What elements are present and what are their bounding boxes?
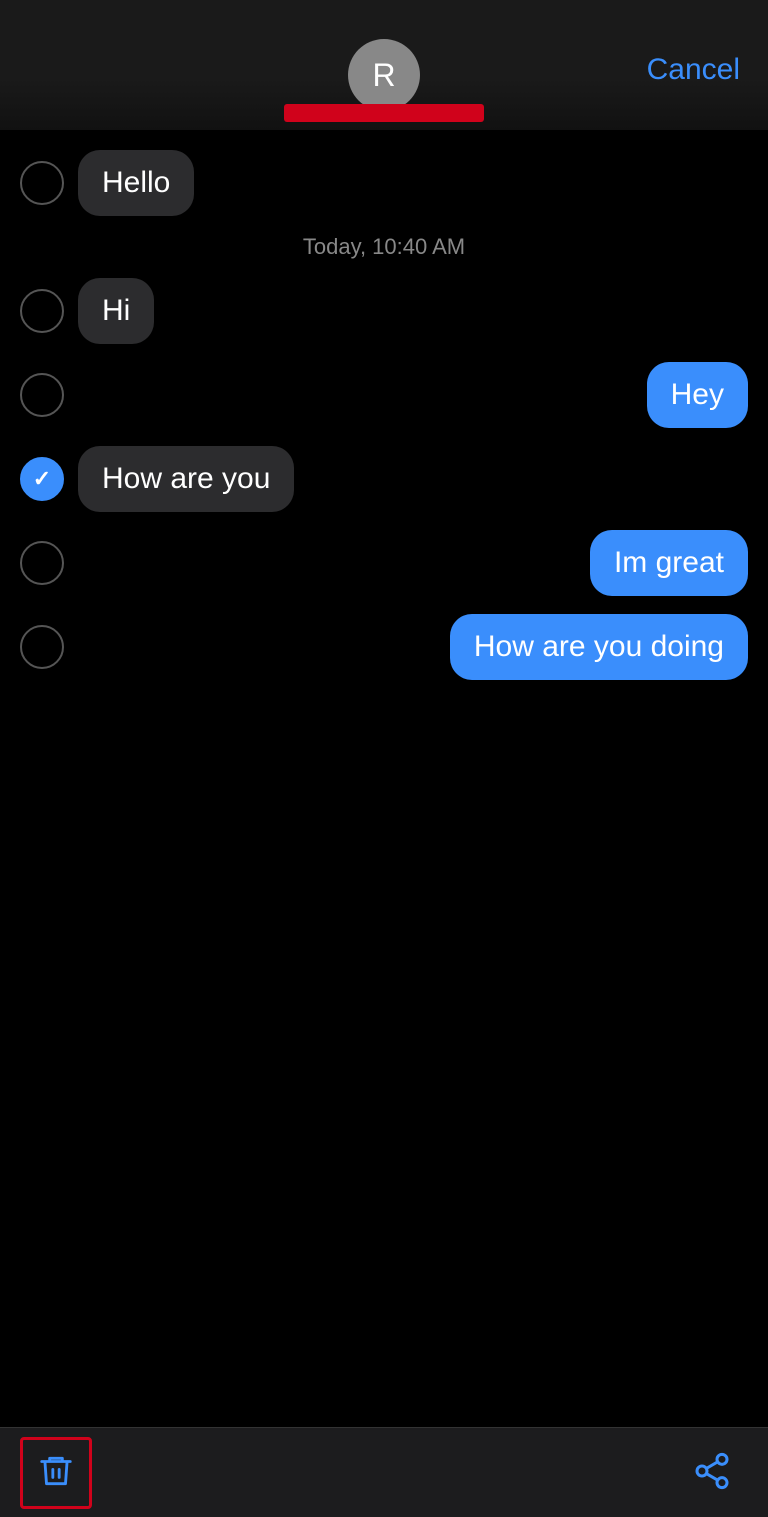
message-row: How are you doing: [0, 614, 768, 680]
message-row: Hey: [0, 362, 768, 428]
message-bubble-msg3: Hey: [647, 362, 748, 428]
message-bubble-msg4: How are you: [78, 446, 294, 512]
share-icon: [692, 1451, 732, 1494]
trash-icon: [37, 1452, 75, 1493]
message-bubble-msg2: Hi: [78, 278, 154, 344]
message-bubble-msg5: Im great: [590, 530, 748, 596]
message-row: ✓ How are you: [0, 446, 768, 512]
message-row: Hi: [0, 278, 768, 344]
select-circle-msg3[interactable]: [20, 373, 64, 417]
timestamp: Today, 10:40 AM: [0, 234, 768, 260]
message-row: Hello: [0, 150, 768, 216]
message-text-msg5: Im great: [614, 546, 724, 579]
select-circle-msg5[interactable]: [20, 541, 64, 585]
message-bubble-msg6: How are you doing: [450, 614, 748, 680]
header: R Cancel: [0, 0, 768, 130]
message-text-msg4: How are you: [102, 462, 270, 495]
message-text-msg2: Hi: [102, 294, 130, 327]
message-text-msg6: How are you doing: [474, 630, 724, 663]
message-bubble-msg1: Hello: [78, 150, 194, 216]
select-circle-msg1[interactable]: [20, 161, 64, 205]
checkmark-icon: ✓: [33, 466, 51, 492]
select-circle-msg6[interactable]: [20, 625, 64, 669]
message-row: Im great: [0, 530, 768, 596]
cancel-button[interactable]: Cancel: [647, 43, 740, 87]
avatar-initial: R: [372, 57, 395, 94]
cancel-label: Cancel: [647, 53, 740, 86]
delete-button[interactable]: [20, 1437, 92, 1509]
select-circle-msg2[interactable]: [20, 289, 64, 333]
message-text-msg3: Hey: [671, 378, 724, 411]
bottom-toolbar: [0, 1427, 768, 1517]
share-button[interactable]: [676, 1437, 748, 1509]
select-circle-msg4[interactable]: ✓: [20, 457, 64, 501]
message-text-msg1: Hello: [102, 166, 170, 199]
contact-name-bar: [284, 104, 484, 122]
messages-area: Hello Today, 10:40 AM Hi Hey ✓ How are y…: [0, 130, 768, 1427]
avatar: R: [348, 39, 420, 111]
timestamp-label: Today, 10:40 AM: [303, 234, 465, 259]
